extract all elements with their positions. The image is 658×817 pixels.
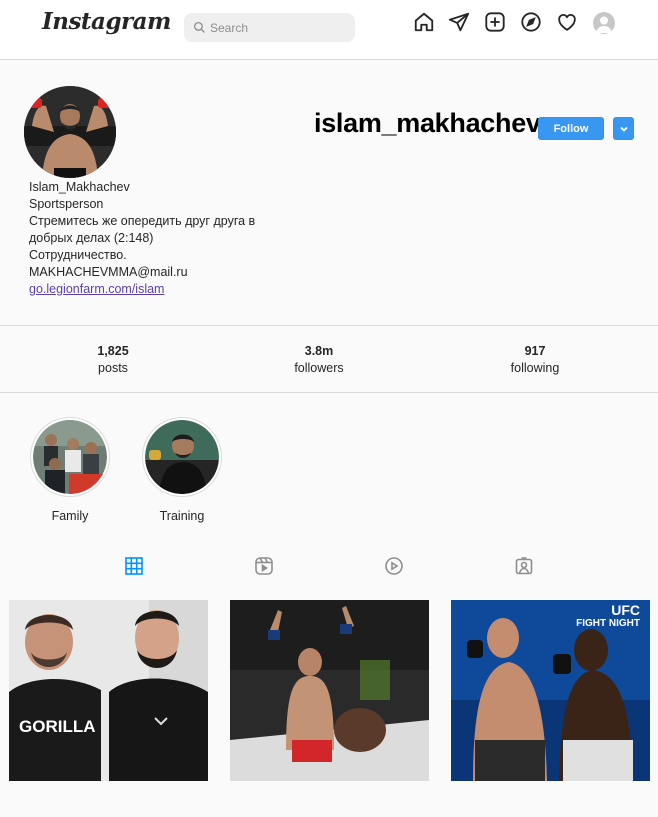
- grid-icon: [125, 557, 143, 575]
- highlight-cover-image: [145, 420, 219, 494]
- instagram-logo[interactable]: Instagram: [42, 8, 171, 35]
- bio-external-link[interactable]: go.legionfarm.com/islam: [29, 282, 164, 296]
- highlight-label: Family: [51, 509, 89, 523]
- stat-label: following: [510, 361, 560, 375]
- post-thumbnail[interactable]: [230, 600, 429, 781]
- home-icon[interactable]: [413, 11, 435, 33]
- highlight-ring: [142, 417, 222, 497]
- post-shirt-text: GORILLA: [19, 717, 96, 736]
- reels-icon: [255, 557, 273, 575]
- activity-heart-icon[interactable]: [556, 11, 578, 33]
- explore-compass-icon[interactable]: [520, 11, 542, 33]
- search-box[interactable]: [184, 13, 355, 42]
- bio-line: добрых делах (2:148): [29, 231, 154, 245]
- highlight-ring: [30, 417, 110, 497]
- highlight-label: Training: [159, 509, 205, 523]
- stat-value: 3.8m: [304, 344, 334, 358]
- suggested-accounts-dropdown-button[interactable]: [613, 117, 634, 140]
- new-post-icon[interactable]: [484, 11, 506, 33]
- tab-reels[interactable]: [254, 556, 274, 576]
- search-icon: [193, 21, 205, 33]
- direct-messages-icon[interactable]: [448, 11, 470, 33]
- tab-posts[interactable]: [124, 556, 144, 576]
- ufc-brand: UFC: [611, 602, 640, 618]
- bio-email: MAKHACHEVMMA@mail.ru: [29, 265, 188, 279]
- stat-value: 917: [524, 344, 546, 358]
- profile-username: islam_makhachev: [314, 108, 541, 138]
- ufc-event: FIGHT NIGHT: [576, 618, 640, 629]
- stat-value: 1,825: [97, 344, 129, 358]
- tab-videos[interactable]: [384, 556, 404, 576]
- highlight-cover-image: [33, 420, 107, 494]
- post-image: [230, 600, 429, 781]
- video-play-icon: [385, 557, 403, 575]
- top-nav-bar: Instagram: [0, 0, 658, 60]
- post-thumbnail[interactable]: UFC FIGHT NIGHT: [451, 600, 650, 781]
- profile-picture[interactable]: [24, 86, 116, 178]
- tab-tagged[interactable]: [514, 556, 534, 576]
- post-ufc-title: UFC FIGHT NIGHT: [576, 602, 640, 630]
- followers-count[interactable]: 3.8m followers: [259, 343, 379, 377]
- user-avatar[interactable]: [593, 12, 615, 34]
- post-thumbnail[interactable]: GORILLA: [9, 600, 208, 781]
- profile-category: Sportsperson: [29, 197, 104, 211]
- profile-bio: Islam_Makhachev Sportsperson Стремитесь …: [29, 179, 279, 298]
- profile-stats-bar: 1,825 posts 3.8m followers 917 following: [0, 325, 658, 393]
- story-highlight-training[interactable]: Training: [141, 417, 223, 523]
- search-input[interactable]: [210, 20, 350, 35]
- follow-button[interactable]: Follow: [538, 117, 604, 140]
- posts-count: 1,825 posts: [53, 343, 173, 377]
- following-count[interactable]: 917 following: [475, 343, 595, 377]
- profile-full-name: Islam_Makhachev: [29, 180, 130, 194]
- tagged-icon: [515, 557, 533, 575]
- stat-label: followers: [294, 361, 344, 375]
- stat-label: posts: [98, 361, 128, 375]
- bio-line: Стремитесь же опередить друг друга в: [29, 214, 256, 228]
- story-highlight-family[interactable]: Family: [29, 417, 111, 523]
- bio-line: Сотрудничество.: [29, 248, 127, 262]
- chevron-down-icon: [619, 126, 628, 132]
- post-image: GORILLA: [9, 600, 208, 781]
